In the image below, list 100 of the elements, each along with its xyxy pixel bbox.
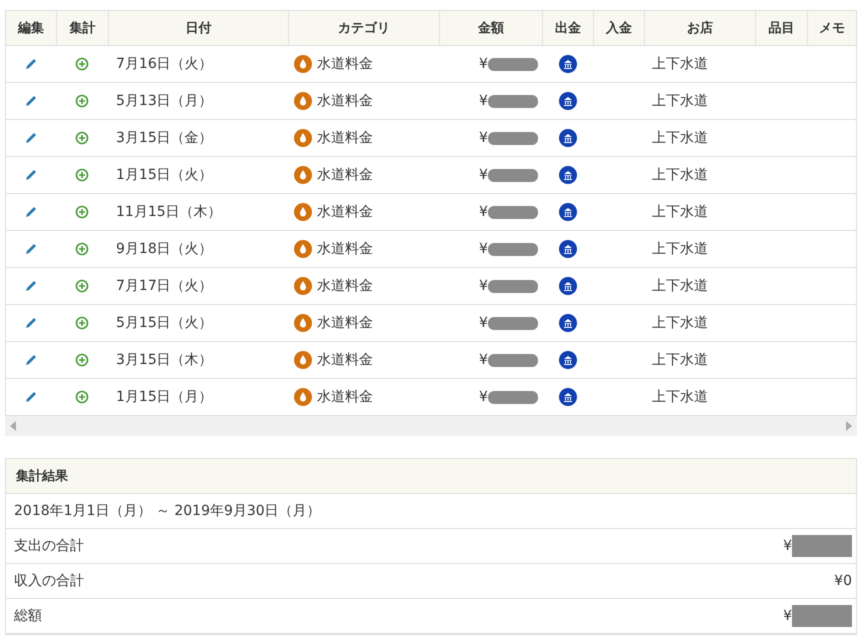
amount-text: ¥: [479, 352, 488, 368]
store-text: 上下水道: [652, 92, 708, 110]
column-header: 集計: [56, 11, 108, 45]
store-text: 上下水道: [652, 129, 708, 147]
summary-value: ¥: [783, 538, 792, 554]
redaction-mark: [488, 354, 538, 366]
date-text: 9月18日（火）: [116, 240, 213, 258]
category-text: 水道料金: [317, 388, 373, 406]
edit-icon[interactable]: [24, 57, 38, 71]
bank-icon: [558, 351, 576, 369]
amount-text: ¥: [479, 167, 488, 183]
water-drop-icon: [294, 388, 312, 406]
date-text: 5月13日（月）: [116, 92, 213, 110]
date-text: 1月15日（月）: [116, 388, 213, 406]
amount-text: ¥: [479, 93, 488, 109]
amount-text: ¥: [479, 278, 488, 294]
redaction-mark: [488, 58, 538, 70]
summary-label: 総額: [14, 607, 42, 625]
column-header: 出金: [542, 11, 593, 45]
summary-value: ¥0: [834, 573, 852, 589]
plus-circle-icon[interactable]: [75, 242, 89, 256]
amount-text: ¥: [479, 315, 488, 331]
edit-icon[interactable]: [24, 131, 38, 145]
date-text: 7月17日（火）: [116, 277, 213, 295]
bank-icon: [558, 92, 576, 110]
water-drop-icon: [294, 166, 312, 184]
category-text: 水道料金: [317, 92, 373, 110]
column-header: 編集: [16, 20, 45, 38]
plus-circle-icon[interactable]: [75, 57, 89, 71]
column-header: メモ: [807, 11, 856, 45]
water-drop-icon: [294, 92, 312, 110]
store-text: 上下水道: [652, 351, 708, 369]
date-text: 11月15日（木）: [116, 203, 222, 221]
water-drop-icon: [294, 203, 312, 221]
bank-icon: [558, 203, 576, 221]
store-text: 上下水道: [652, 277, 708, 295]
plus-circle-icon[interactable]: [75, 316, 89, 330]
bank-icon: [558, 166, 576, 184]
water-drop-icon: [294, 277, 312, 295]
store-text: 上下水道: [652, 314, 708, 332]
category-text: 水道料金: [317, 277, 373, 295]
scroll-right-icon[interactable]: [846, 421, 852, 431]
bank-icon: [558, 240, 576, 258]
column-header: 品目: [755, 11, 807, 45]
edit-icon[interactable]: [24, 353, 38, 367]
edit-icon[interactable]: [24, 390, 38, 404]
plus-circle-icon[interactable]: [75, 168, 89, 182]
column-header: 日付: [108, 11, 288, 45]
summary-title: 集計結果: [6, 459, 856, 494]
date-text: 3月15日（木）: [116, 351, 213, 369]
date-text: 3月15日（金）: [116, 129, 213, 147]
category-text: 水道料金: [317, 314, 373, 332]
bank-icon: [558, 388, 576, 406]
edit-icon[interactable]: [24, 316, 38, 330]
redaction-mark: [488, 206, 538, 218]
summary-label: 収入の合計: [14, 572, 84, 590]
plus-circle-icon[interactable]: [75, 279, 89, 293]
amount-text: ¥: [479, 389, 488, 405]
plus-circle-icon[interactable]: [75, 131, 89, 145]
redaction-mark: [792, 535, 852, 557]
water-drop-icon: [294, 351, 312, 369]
amount-text: ¥: [479, 130, 488, 146]
redaction-mark: [488, 280, 538, 292]
store-text: 上下水道: [652, 166, 708, 184]
edit-icon[interactable]: [24, 168, 38, 182]
store-text: 上下水道: [652, 240, 708, 258]
column-header: 金額: [439, 11, 542, 45]
date-text: 7月16日（火）: [116, 55, 213, 73]
category-text: 水道料金: [317, 55, 373, 73]
bank-icon: [558, 129, 576, 147]
redaction-mark: [488, 316, 538, 330]
category-text: 水道料金: [317, 166, 373, 184]
bank-icon: [558, 314, 576, 332]
store-text: 上下水道: [652, 388, 708, 406]
water-drop-icon: [294, 129, 312, 147]
edit-icon[interactable]: [24, 94, 38, 108]
column-header: カテゴリ: [288, 11, 439, 45]
amount-text: ¥: [479, 241, 488, 257]
plus-circle-icon[interactable]: [75, 94, 89, 108]
category-text: 水道料金: [317, 129, 373, 147]
period-text: 2018年1月1日（月） ～ 2019年9月30日（月）: [14, 502, 321, 520]
edit-icon[interactable]: [24, 205, 38, 219]
bank-icon: [558, 55, 576, 73]
amount-text: ¥: [479, 56, 488, 72]
column-header: お店: [644, 11, 755, 45]
summary-value: ¥: [783, 608, 792, 624]
plus-circle-icon[interactable]: [75, 205, 89, 219]
date-text: 1月15日（火）: [116, 166, 213, 184]
category-text: 水道料金: [317, 203, 373, 221]
redaction-mark: [488, 94, 538, 108]
water-drop-icon: [294, 314, 312, 332]
scroll-left-icon[interactable]: [10, 421, 16, 431]
water-drop-icon: [294, 240, 312, 258]
plus-circle-icon[interactable]: [75, 353, 89, 367]
edit-icon[interactable]: [24, 279, 38, 293]
column-header: 入金: [593, 11, 644, 45]
category-text: 水道料金: [317, 351, 373, 369]
edit-icon[interactable]: [24, 242, 38, 256]
plus-circle-icon[interactable]: [75, 390, 89, 404]
date-text: 5月15日（火）: [116, 314, 213, 332]
